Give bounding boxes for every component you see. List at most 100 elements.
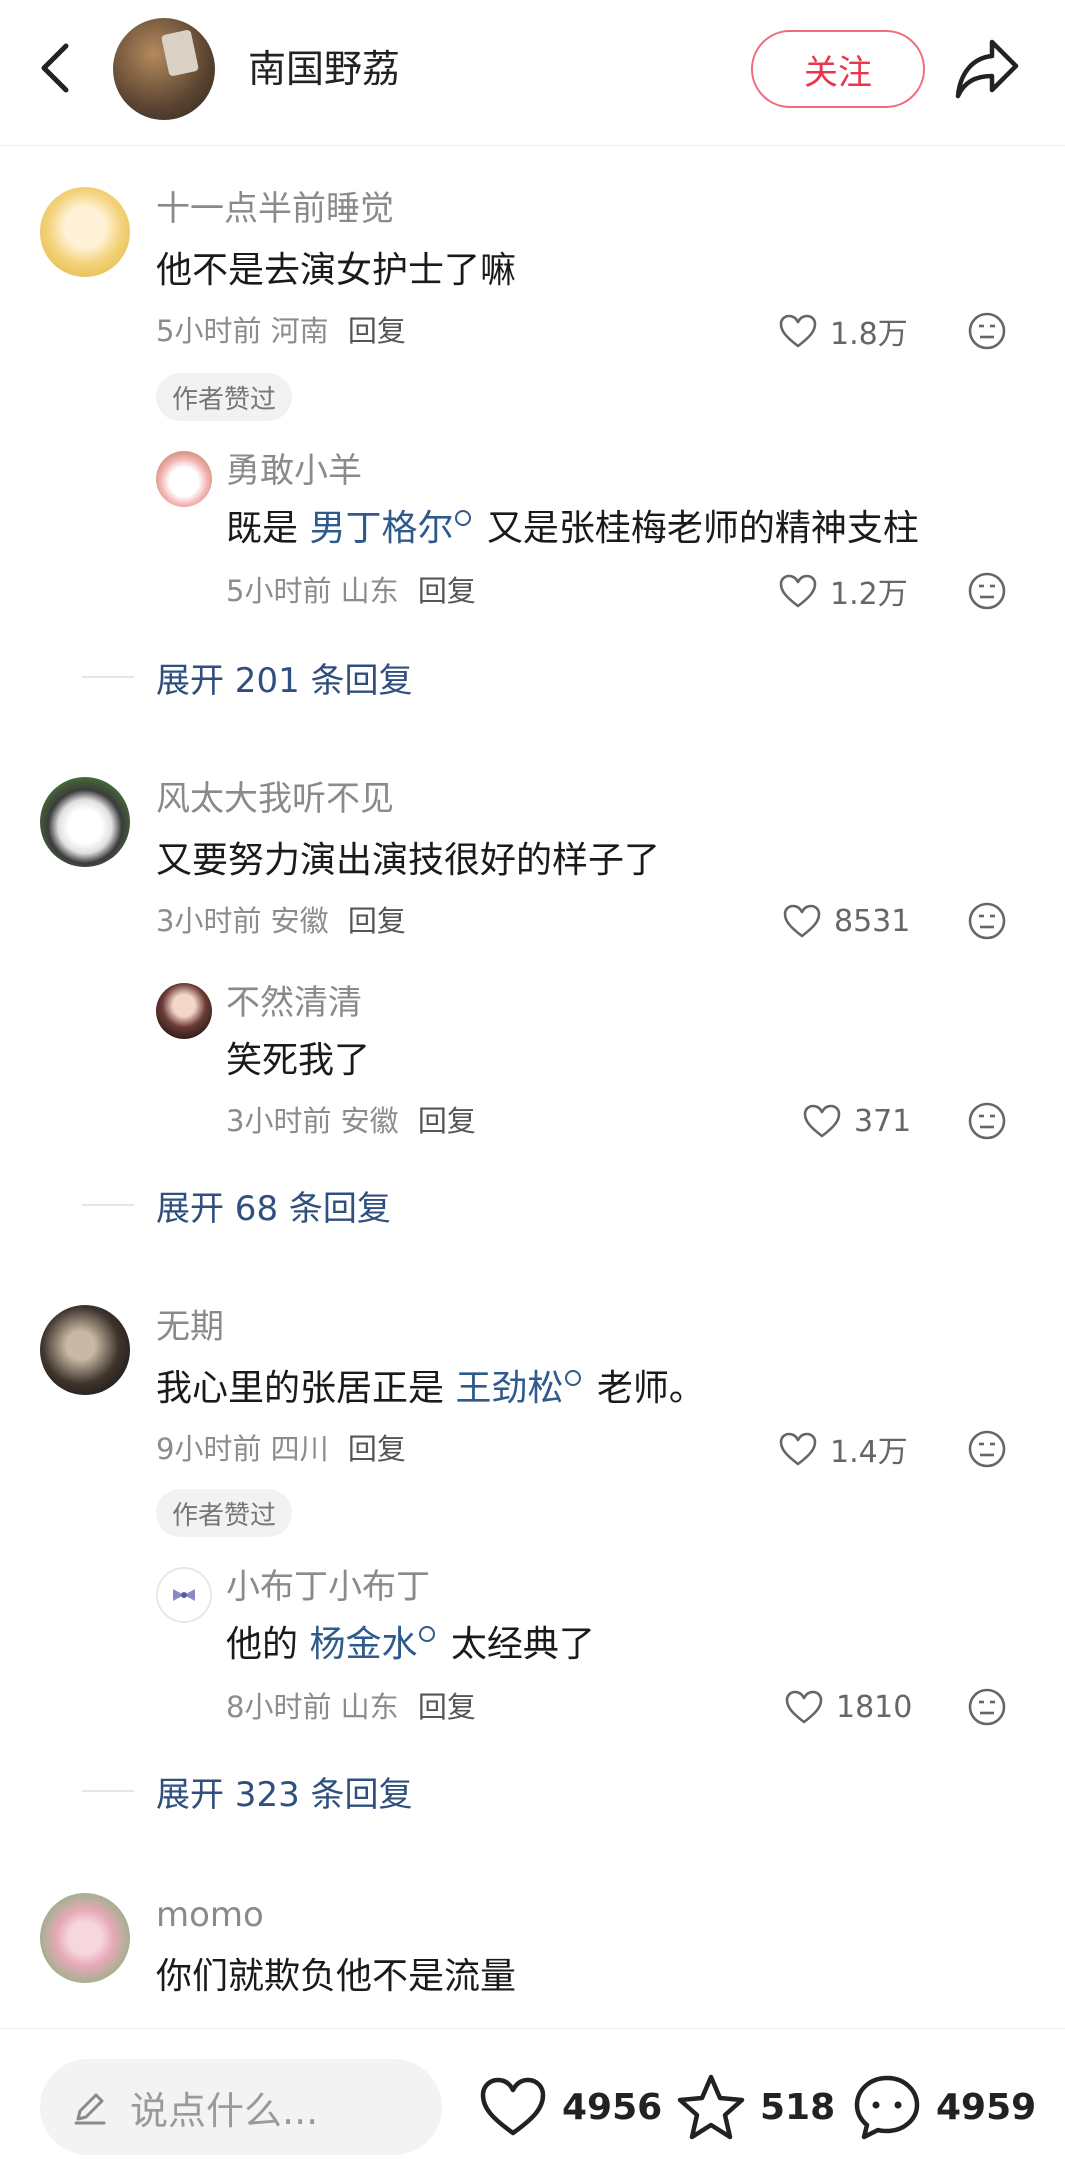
expand-replies[interactable]: 展开 201 条回复 bbox=[156, 653, 413, 701]
expand-replies-label[interactable]: 展开 323 条回复 bbox=[82, 1767, 413, 1815]
comment-region: 安徽 bbox=[270, 904, 329, 938]
avatar[interactable] bbox=[40, 777, 130, 867]
follow-button[interactable]: 关注 bbox=[751, 30, 925, 108]
comment-author[interactable]: 无期 bbox=[156, 1305, 224, 1349]
avatar[interactable] bbox=[156, 1567, 212, 1623]
comment-text[interactable]: 他不是去演女护士了嘛 bbox=[156, 247, 516, 295]
expand-replies[interactable]: 展开 68 条回复 bbox=[156, 1181, 391, 1229]
like-button[interactable]: 1.4万 bbox=[778, 1427, 908, 1471]
reply-author[interactable]: 勇敢小羊 bbox=[226, 449, 362, 493]
expand-replies-label[interactable]: 展开 68 条回复 bbox=[82, 1181, 391, 1229]
reply-text[interactable]: 笑死我了 bbox=[226, 1037, 370, 1085]
reply-time: 8小时前 bbox=[226, 1690, 332, 1724]
author-liked-badge: 作者赞过 bbox=[156, 373, 293, 421]
share-button[interactable] bbox=[952, 36, 1022, 102]
avatar[interactable] bbox=[156, 983, 212, 1039]
like-count: 1.4万 bbox=[830, 1435, 908, 1470]
dislike-face-icon[interactable] bbox=[967, 901, 1007, 941]
bow-icon bbox=[173, 1589, 195, 1601]
reply-button[interactable]: 回复 bbox=[418, 1104, 476, 1138]
like-count: 1.2万 bbox=[830, 577, 908, 612]
like-button[interactable]: 371 bbox=[802, 1099, 911, 1143]
heart-icon bbox=[779, 314, 817, 348]
comment-list[interactable]: 十一点半前睡觉 他不是去演女护士了嘛 5小时前 河南 回复 1.8万 作者赞过 … bbox=[0, 147, 1065, 2027]
comment-bubble-icon bbox=[854, 2075, 920, 2140]
reply-author[interactable]: 不然清清 bbox=[226, 981, 362, 1025]
reply-text-part: 他的 bbox=[226, 1624, 310, 1665]
reply-text-part: 太经典了 bbox=[439, 1624, 595, 1665]
dislike-face-icon[interactable] bbox=[967, 1101, 1007, 1141]
comment-time: 5小时前 bbox=[156, 314, 262, 348]
search-icon bbox=[455, 510, 472, 526]
reply-meta: 5小时前 山东 回复 bbox=[226, 571, 476, 611]
comment-author[interactable]: momo bbox=[156, 1893, 264, 1937]
comment-text[interactable]: 你们就欺负他不是流量 bbox=[156, 1953, 516, 2001]
comment-text-part: 我心里的张居正是 bbox=[156, 1368, 456, 1409]
reply-text-part: 又是张桂梅老师的精神支柱 bbox=[475, 508, 919, 549]
heart-icon bbox=[785, 1690, 823, 1724]
pencil-icon bbox=[74, 2093, 106, 2125]
comment-author[interactable]: 风太大我听不见 bbox=[156, 777, 394, 821]
search-link[interactable]: 杨金水 bbox=[309, 1624, 417, 1665]
reply-text[interactable]: 他的 杨金水 太经典了 bbox=[226, 1621, 595, 1669]
like-count: 1.8万 bbox=[830, 317, 908, 352]
search-link[interactable]: 王劲松 bbox=[455, 1368, 563, 1409]
reply-button[interactable]: 回复 bbox=[348, 314, 406, 348]
dislike-face-icon[interactable] bbox=[967, 571, 1007, 611]
dislike-face-icon[interactable] bbox=[967, 1429, 1007, 1469]
heart-icon bbox=[779, 1432, 817, 1466]
reply-button[interactable]: 回复 bbox=[418, 1690, 476, 1724]
search-icon bbox=[565, 1370, 582, 1386]
reply-author[interactable]: 小布丁小布丁 bbox=[226, 1565, 430, 1609]
comment-author[interactable]: 十一点半前睡觉 bbox=[156, 187, 394, 231]
like-total: 4956 bbox=[562, 2086, 663, 2128]
heart-icon bbox=[803, 1104, 841, 1138]
avatar[interactable] bbox=[40, 187, 130, 277]
expand-replies[interactable]: 展开 323 条回复 bbox=[156, 1767, 413, 1815]
search-link[interactable]: 男丁格尔 bbox=[309, 508, 453, 549]
reply-time: 5小时前 bbox=[226, 574, 332, 608]
expand-replies-label[interactable]: 展开 201 条回复 bbox=[82, 653, 413, 701]
like-post-button[interactable]: 4956 bbox=[478, 2069, 662, 2145]
heart-icon bbox=[783, 904, 821, 938]
heart-icon bbox=[779, 574, 817, 608]
reply-button[interactable]: 回复 bbox=[348, 904, 406, 938]
share-icon bbox=[955, 39, 1019, 99]
favorite-button[interactable]: 518 bbox=[676, 2069, 835, 2145]
comment-meta: 5小时前 河南 回复 bbox=[156, 311, 406, 351]
author-name[interactable]: 南国野荔 bbox=[248, 44, 400, 94]
comment-total: 4959 bbox=[936, 2086, 1037, 2128]
like-button[interactable]: 8531 bbox=[782, 899, 910, 943]
comment-text[interactable]: 我心里的张居正是 王劲松 老师。 bbox=[156, 1365, 705, 1413]
reply-meta: 8小时前 山东 回复 bbox=[226, 1687, 476, 1727]
like-button[interactable]: 1.2万 bbox=[778, 569, 908, 613]
back-button[interactable] bbox=[32, 38, 82, 98]
comment-input-placeholder: 说点什么... bbox=[130, 2088, 319, 2133]
avatar[interactable] bbox=[40, 1893, 130, 1983]
author-liked-badge: 作者赞过 bbox=[156, 1489, 293, 1537]
comment-text[interactable]: 又要努力演出演技很好的样子了 bbox=[156, 837, 660, 885]
reply-time: 3小时前 bbox=[226, 1104, 332, 1138]
dislike-face-icon[interactable] bbox=[967, 1687, 1007, 1727]
star-icon bbox=[677, 2074, 745, 2140]
reply-region: 安徽 bbox=[340, 1104, 399, 1138]
like-button[interactable]: 1810 bbox=[784, 1685, 912, 1729]
author-avatar[interactable] bbox=[113, 18, 215, 120]
avatar[interactable] bbox=[40, 1305, 130, 1395]
avatar[interactable] bbox=[156, 451, 212, 507]
search-icon bbox=[419, 1626, 436, 1642]
dislike-face-icon[interactable] bbox=[967, 311, 1007, 351]
heart-icon bbox=[480, 2077, 546, 2136]
comment-input[interactable]: 说点什么... bbox=[40, 2059, 442, 2155]
reply-text[interactable]: 既是 男丁格尔 又是张桂梅老师的精神支柱 bbox=[226, 505, 919, 553]
comment-region: 河南 bbox=[270, 314, 329, 348]
reply-text-part: 既是 bbox=[226, 508, 310, 549]
chevron-left-icon bbox=[41, 43, 69, 93]
reply-button[interactable]: 回复 bbox=[418, 574, 476, 608]
reply-button[interactable]: 回复 bbox=[348, 1432, 406, 1466]
comment-region: 四川 bbox=[270, 1432, 329, 1466]
comment-time: 3小时前 bbox=[156, 904, 262, 938]
comments-button[interactable]: 4959 bbox=[852, 2069, 1036, 2145]
like-count: 371 bbox=[854, 1103, 912, 1139]
like-button[interactable]: 1.8万 bbox=[778, 309, 908, 353]
